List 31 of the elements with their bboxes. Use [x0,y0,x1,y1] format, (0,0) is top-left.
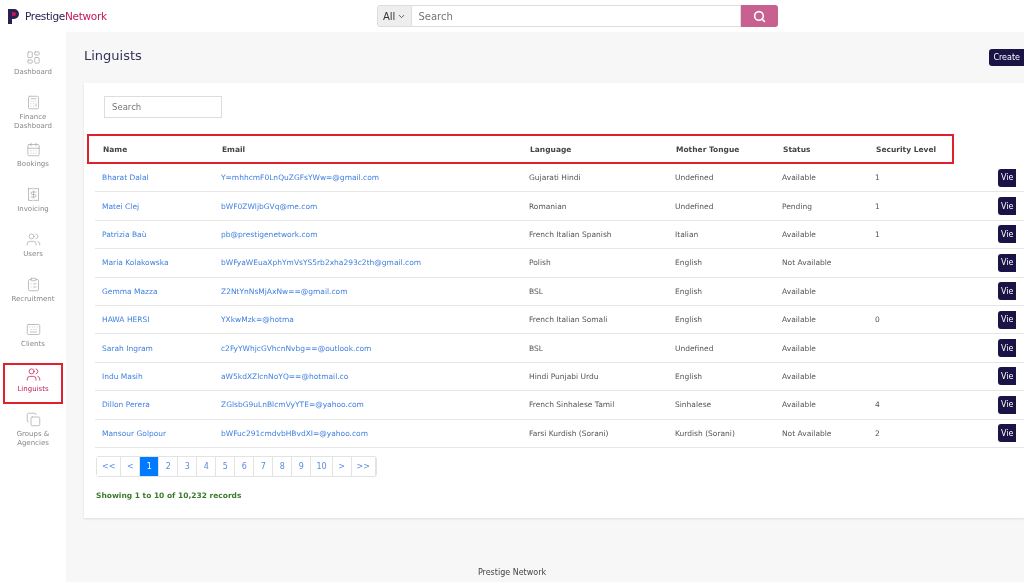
receipt-icon[interactable] [25,186,41,202]
view-button[interactable]: Vie [998,253,1017,272]
users-icon[interactable] [25,366,41,382]
view-button[interactable]: Vie [998,282,1017,301]
search-button[interactable] [741,5,779,27]
page-button[interactable]: 1 [140,456,160,476]
keyboard-icon[interactable] [25,321,41,337]
view-button[interactable]: Vie [998,424,1017,443]
page-title: Linguists [84,48,142,63]
view-button[interactable]: Vie [998,395,1017,414]
view-button[interactable]: Vie [998,168,1017,187]
logo-icon [7,7,21,25]
calculator-icon[interactable] [25,95,41,110]
page-button[interactable]: << [97,456,122,476]
create-button[interactable]: Create [989,49,1024,66]
search-field[interactable]: Search [104,96,222,118]
calendar-icon[interactable] [25,141,41,157]
scope-dropdown[interactable]: All [377,5,413,27]
clipboard-icon[interactable] [25,276,41,292]
view-button[interactable]: Vie [998,339,1017,358]
view-button[interactable]: Vie [998,367,1017,386]
view-button[interactable]: Vie [998,197,1017,216]
copy-icon[interactable] [25,411,41,427]
users-icon[interactable] [25,231,41,247]
view-button[interactable]: Vie [998,225,1017,244]
brand-name: PrestigeNetwork [25,10,107,22]
search-icon [753,9,767,23]
view-button[interactable]: Vie [998,310,1017,329]
footer-text: Prestige Network [476,568,548,579]
search-field[interactable]: Search [412,5,742,27]
dashboard-icon[interactable] [25,50,41,65]
